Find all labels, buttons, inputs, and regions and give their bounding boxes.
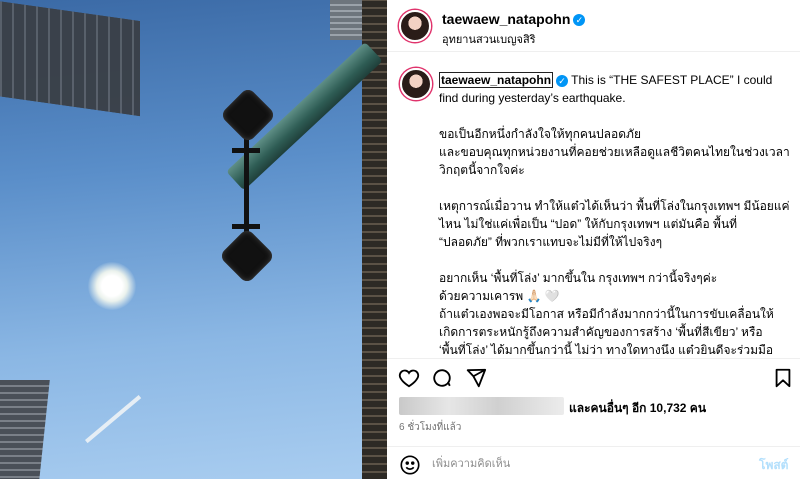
emoji-icon[interactable] bbox=[399, 454, 421, 476]
comment-input[interactable] bbox=[432, 455, 732, 473]
caption-paragraph: เหตุการณ์เมื่อวาน ทำให้แต๋วได้เห็นว่า พื… bbox=[439, 199, 790, 249]
post-location[interactable]: อุทยานสวนเบญจสิริ bbox=[442, 30, 536, 48]
avatar[interactable] bbox=[399, 10, 431, 42]
crane bbox=[85, 395, 142, 444]
bookmark-icon[interactable] bbox=[772, 367, 794, 389]
post-header: taewaew_natapohn ✓ อุทยานสวนเบญจสิริ bbox=[387, 0, 800, 52]
building-bottom-left bbox=[0, 380, 50, 479]
caption-username[interactable]: taewaew_natapohn bbox=[439, 72, 554, 88]
post-photo[interactable] bbox=[0, 0, 387, 479]
caption-paragraph: ขอเป็นอีกหนึ่งกำลังใจให้ทุกคนปลอดภัย และ… bbox=[439, 127, 790, 177]
likes-row: และคนอื่นๆ อีก 10,732 คน bbox=[399, 396, 799, 418]
lamp-bar bbox=[232, 224, 260, 229]
heart-icon[interactable] bbox=[398, 367, 420, 389]
timestamp[interactable]: 6 ชั่วโมงที่แล้ว bbox=[399, 420, 461, 435]
action-bar bbox=[387, 358, 800, 394]
caption-paragraph: อยากเห็น ‘พื้นที่โล่ง’ มากขึ้นใน กรุงเทพ… bbox=[439, 271, 774, 356]
post-caption: taewaew_natapohn ✓ This is “THE SAFEST PL… bbox=[387, 53, 800, 356]
building-top-left bbox=[0, 0, 140, 117]
likes-count[interactable]: และคนอื่นๆ อีก 10,732 คน bbox=[569, 399, 706, 418]
comment-bar: โพสต์ bbox=[387, 446, 800, 479]
username-text[interactable]: taewaew_natapohn bbox=[442, 11, 570, 27]
comment-icon[interactable] bbox=[431, 367, 453, 389]
lamp-bar bbox=[232, 148, 260, 153]
share-icon[interactable] bbox=[465, 367, 487, 389]
verified-badge-icon: ✓ bbox=[556, 74, 569, 87]
avatar[interactable] bbox=[400, 68, 432, 100]
caption-text: taewaew_natapohn ✓ This is “THE SAFEST PL… bbox=[439, 71, 791, 356]
sun bbox=[88, 262, 136, 310]
post-comment-button[interactable]: โพสต์ bbox=[759, 456, 788, 475]
liked-by-avatars[interactable] bbox=[399, 397, 564, 415]
header-username[interactable]: taewaew_natapohn ✓ bbox=[442, 11, 586, 27]
verified-badge-icon: ✓ bbox=[573, 14, 586, 27]
street-lamp bbox=[218, 227, 276, 285]
post-side-panel: taewaew_natapohn ✓ อุทยานสวนเบญจสิริ taew… bbox=[387, 0, 800, 479]
